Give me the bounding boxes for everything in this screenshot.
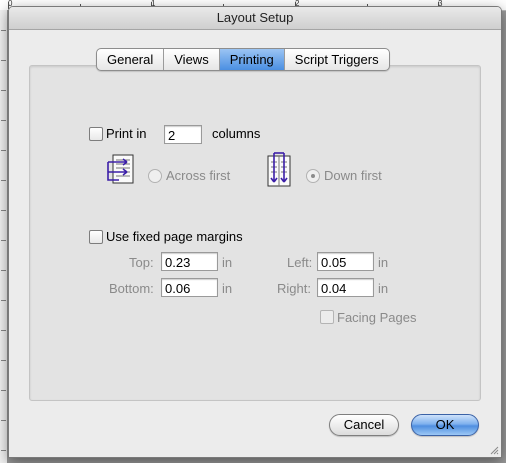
right-margin-unit: in xyxy=(378,281,389,296)
tab-printing[interactable]: Printing xyxy=(219,49,285,70)
fixed-margins-checkbox[interactable] xyxy=(89,230,103,244)
top-margin-field[interactable]: 0.23 xyxy=(161,252,218,271)
columns-field[interactable]: 2 xyxy=(164,125,202,144)
title-bar[interactable]: Layout Setup xyxy=(9,7,501,30)
top-margin-label: Top: xyxy=(129,255,154,270)
down-first-radio[interactable] xyxy=(306,169,320,183)
tab-general[interactable]: General xyxy=(97,49,165,70)
facing-pages-checkbox[interactable] xyxy=(320,310,334,324)
tab-bar: General Views Printing Script Triggers xyxy=(96,48,390,71)
cancel-button[interactable]: Cancel xyxy=(329,414,399,436)
print-in-label: Print in xyxy=(106,126,147,141)
ok-button[interactable]: OK xyxy=(411,414,479,436)
across-first-radio[interactable] xyxy=(148,169,162,183)
left-margin-label: Left: xyxy=(287,255,313,270)
bottom-margin-field[interactable]: 0.06 xyxy=(161,278,218,297)
vertical-ruler xyxy=(0,10,8,463)
tab-views[interactable]: Views xyxy=(164,49,220,70)
down-first-icon xyxy=(267,152,291,187)
right-margin-label: Right: xyxy=(277,281,311,296)
print-in-columns-checkbox[interactable] xyxy=(89,127,103,141)
across-first-label: Across first xyxy=(166,168,231,183)
left-margin-unit: in xyxy=(378,255,389,270)
down-first-label: Down first xyxy=(324,168,382,183)
radio-selected-dot xyxy=(311,174,315,178)
bottom-margin-label: Bottom: xyxy=(109,281,154,296)
left-margin-field[interactable]: 0.05 xyxy=(317,252,374,271)
facing-pages-label: Facing Pages xyxy=(337,310,417,325)
tab-script-triggers[interactable]: Script Triggers xyxy=(285,49,389,70)
top-margin-unit: in xyxy=(222,255,233,270)
bottom-margin-unit: in xyxy=(222,281,233,296)
window-title: Layout Setup xyxy=(216,10,294,25)
layout-setup-dialog: Layout Setup General Views Printing Scri… xyxy=(8,6,502,458)
columns-label: columns xyxy=(212,126,261,141)
resize-grip-icon[interactable] xyxy=(489,445,499,455)
right-margin-field[interactable]: 0.04 xyxy=(317,278,374,297)
across-first-icon xyxy=(107,154,134,184)
fixed-margins-label: Use fixed page margins xyxy=(106,229,243,244)
